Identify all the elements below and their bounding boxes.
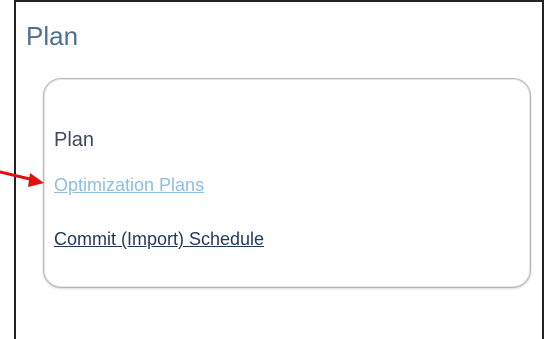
optimization-plans-link[interactable]: Optimization Plans [54,174,204,196]
commit-import-schedule-link[interactable]: Commit (Import) Schedule [54,228,264,250]
page-title: Plan [26,21,79,51]
plan-section-heading: Plan [54,129,95,151]
red-arrow-icon [0,170,44,187]
